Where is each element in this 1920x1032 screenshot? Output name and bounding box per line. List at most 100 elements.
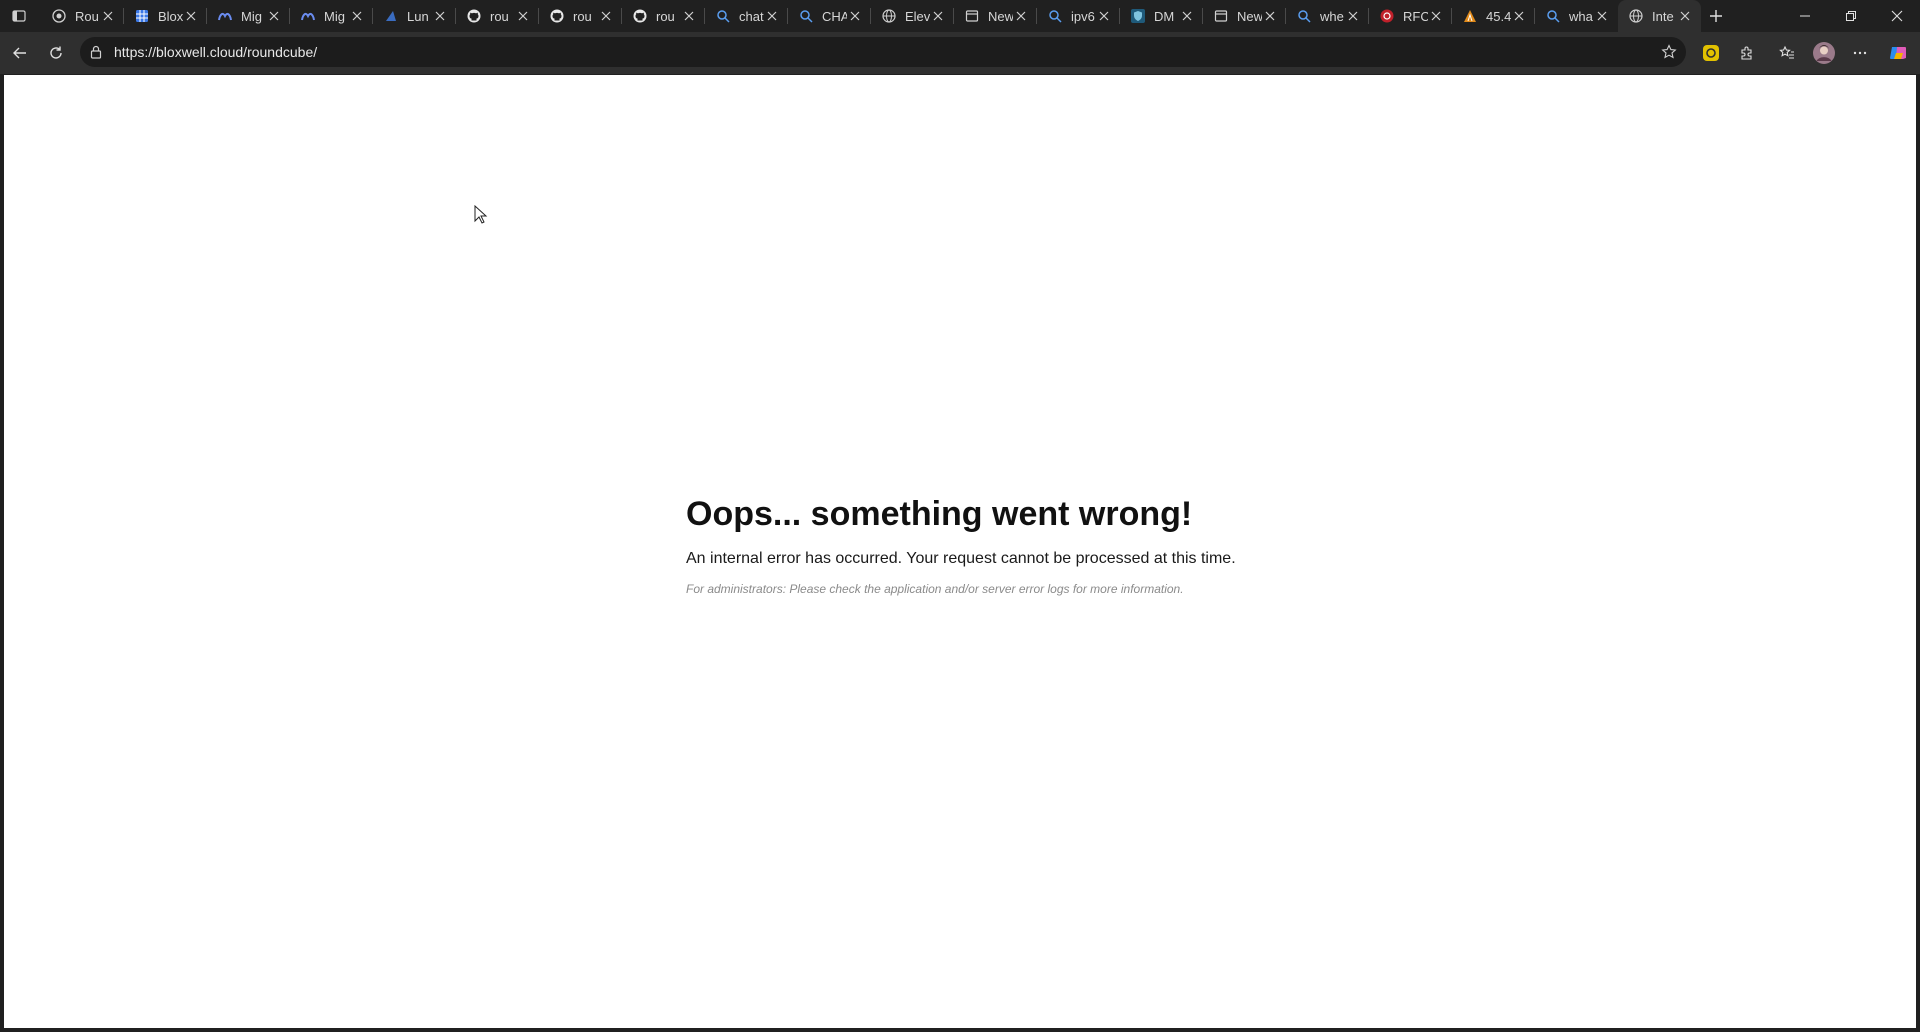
tab-close-button[interactable] <box>1096 8 1112 24</box>
tab-close-button[interactable] <box>1428 8 1444 24</box>
settings-menu-button[interactable] <box>1846 39 1874 67</box>
close-icon <box>352 11 362 21</box>
close-icon <box>1099 11 1109 21</box>
close-icon <box>1597 11 1607 21</box>
tab-close-button[interactable] <box>1179 8 1195 24</box>
browser-tab[interactable]: New <box>1203 0 1286 32</box>
tab-title: chat <box>739 8 764 24</box>
browser-tab[interactable]: Mig <box>290 0 373 32</box>
tab-close-button[interactable] <box>432 8 448 24</box>
close-icon <box>767 11 777 21</box>
tab-close-button[interactable] <box>1511 8 1527 24</box>
back-button[interactable] <box>6 39 34 67</box>
tab-close-button[interactable] <box>930 8 946 24</box>
close-icon <box>1016 11 1026 21</box>
tab-close-button[interactable] <box>1594 8 1610 24</box>
browser-tab[interactable]: Lun <box>373 0 456 32</box>
browser-tab[interactable]: rou <box>539 0 622 32</box>
tab-close-button[interactable] <box>1345 8 1361 24</box>
error-title: Oops... something went wrong! <box>686 495 1193 533</box>
mig-icon <box>217 8 233 24</box>
tab-title: New <box>988 8 1013 24</box>
browser-tab[interactable]: Blox <box>124 0 207 32</box>
tab-title: Rou <box>75 8 99 24</box>
browser-tab[interactable]: chat <box>705 0 788 32</box>
tab-close-button[interactable] <box>1262 8 1278 24</box>
site-info-button[interactable] <box>88 44 104 60</box>
browser-tab[interactable]: Rou <box>41 0 124 32</box>
tab-title: Mig <box>324 8 345 24</box>
mouse-pointer-icon <box>474 205 488 224</box>
arrow-left-icon <box>13 47 26 59</box>
tab-close-button[interactable] <box>349 8 365 24</box>
tab-title: whe <box>1320 8 1344 24</box>
browser-tab[interactable]: DM <box>1120 0 1203 32</box>
tab-close-button[interactable] <box>847 8 863 24</box>
close-icon <box>1680 11 1690 21</box>
lunar-icon <box>383 8 399 24</box>
browser-tab[interactable]: CHA <box>788 0 871 32</box>
search-icon <box>715 8 731 24</box>
minimize-icon <box>1800 15 1810 17</box>
tab-close-button[interactable] <box>1013 8 1029 24</box>
tab-close-button[interactable] <box>515 8 531 24</box>
browser-tab[interactable]: RFC <box>1369 0 1452 32</box>
tab-title: ipv6 <box>1071 8 1095 24</box>
tab-close-button[interactable] <box>1677 8 1693 24</box>
close-icon <box>1348 11 1358 21</box>
reload-button[interactable] <box>42 39 70 67</box>
browser-tab[interactable]: ipv6 <box>1037 0 1120 32</box>
browser-tab[interactable]: rou <box>456 0 539 32</box>
close-window-button[interactable] <box>1874 0 1920 32</box>
copilot-button[interactable] <box>1884 39 1912 67</box>
page-icon <box>964 8 980 24</box>
tab-strip: Rou Blox Mig Mig Lun rou rou rou chat CHA Elev New i… <box>0 0 1920 32</box>
page-icon <box>1213 8 1229 24</box>
close-icon <box>850 11 860 21</box>
profile-button[interactable] <box>1810 39 1838 67</box>
tab-title: rou <box>573 8 592 24</box>
browser-tab[interactable]: 45.4 <box>1452 0 1535 32</box>
new-tab-button[interactable] <box>1702 2 1730 30</box>
favorite-button[interactable] <box>1660 43 1678 61</box>
browser-tab[interactable]: wha <box>1535 0 1618 32</box>
close-icon <box>269 11 279 21</box>
close-icon <box>1265 11 1275 21</box>
tab-close-button[interactable] <box>598 8 614 24</box>
star-icon <box>1661 44 1677 59</box>
browser-tab[interactable]: Elev <box>871 0 954 32</box>
browser-tab[interactable]: whe <box>1286 0 1369 32</box>
browser-tab[interactable]: rou <box>622 0 705 32</box>
extensions-button[interactable] <box>1733 39 1761 67</box>
tab-close-button[interactable] <box>266 8 282 24</box>
search-icon <box>798 8 814 24</box>
rfc-icon <box>1379 8 1395 24</box>
extension-button[interactable] <box>1697 39 1725 67</box>
search-icon <box>1545 8 1561 24</box>
tab-title: RFC <box>1403 8 1428 24</box>
error-message-box: Oops... something went wrong! An interna… <box>686 495 1386 596</box>
address-bar[interactable]: https://bloxwell.cloud/roundcube/ <box>80 37 1686 67</box>
tab-actions-menu-button[interactable] <box>4 2 34 30</box>
globe-icon <box>881 8 897 24</box>
close-icon <box>518 11 528 21</box>
tab-title: DM <box>1154 8 1175 24</box>
minimize-button[interactable] <box>1782 0 1828 32</box>
tab-close-button[interactable] <box>681 8 697 24</box>
browser-tab[interactable]: New <box>954 0 1037 32</box>
mig-icon <box>300 8 316 24</box>
tab-title: rou <box>656 8 675 24</box>
tab-close-button[interactable] <box>183 8 199 24</box>
url-text[interactable]: https://bloxwell.cloud/roundcube/ <box>114 44 317 60</box>
more-dots-icon <box>1853 51 1867 55</box>
browser-tab[interactable]: Mig <box>207 0 290 32</box>
restore-icon <box>1846 11 1856 21</box>
favorites-star-icon <box>1779 45 1794 59</box>
restore-button[interactable] <box>1828 0 1874 32</box>
close-icon <box>684 11 694 21</box>
github-icon <box>632 8 648 24</box>
favorites-button[interactable] <box>1773 39 1801 67</box>
tab-close-button[interactable] <box>100 8 116 24</box>
tab-close-button[interactable] <box>764 8 780 24</box>
browser-tab[interactable]: Inte <box>1618 0 1701 32</box>
